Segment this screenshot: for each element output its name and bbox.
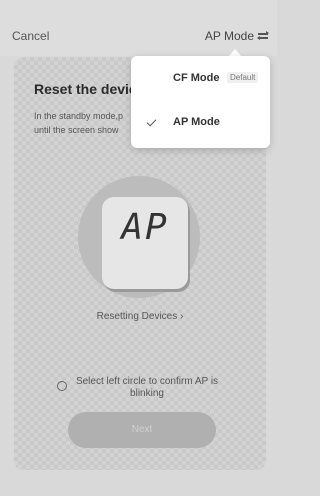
instruction-line-1: In the standby mode,p	[34, 111, 124, 121]
cancel-button[interactable]: Cancel	[12, 29, 49, 43]
next-button[interactable]: Next	[68, 412, 216, 448]
confirm-label: Select left circle to confirm AP is blin…	[75, 376, 219, 399]
menu-item-cf-mode[interactable]: CF Mode Default	[131, 60, 270, 100]
menu-item-label: AP Mode	[173, 116, 220, 128]
mode-label: AP Mode	[204, 29, 254, 43]
resetting-devices-link[interactable]: Resetting Devices ›	[14, 311, 266, 322]
check-icon	[146, 116, 157, 127]
menu-item-label: CF Mode	[173, 72, 220, 84]
mode-switch-button[interactable]: AP Mode	[205, 29, 269, 43]
instruction-text: In the standby mode,p until the screen s…	[34, 109, 123, 137]
instruction-line-2: until the screen show	[34, 125, 119, 135]
default-badge: Default	[227, 72, 259, 83]
top-bar: Cancel AP Mode	[0, 0, 277, 56]
page-title: Reset the devic	[34, 81, 137, 97]
swap-arrows-icon	[257, 31, 269, 41]
display-text: AP	[121, 207, 169, 248]
mode-dropdown-menu: CF Mode Default AP Mode	[131, 56, 270, 148]
device-display-illustration: AP	[102, 197, 188, 289]
confirm-radio[interactable]	[57, 381, 67, 391]
menu-item-ap-mode[interactable]: AP Mode	[131, 104, 270, 144]
